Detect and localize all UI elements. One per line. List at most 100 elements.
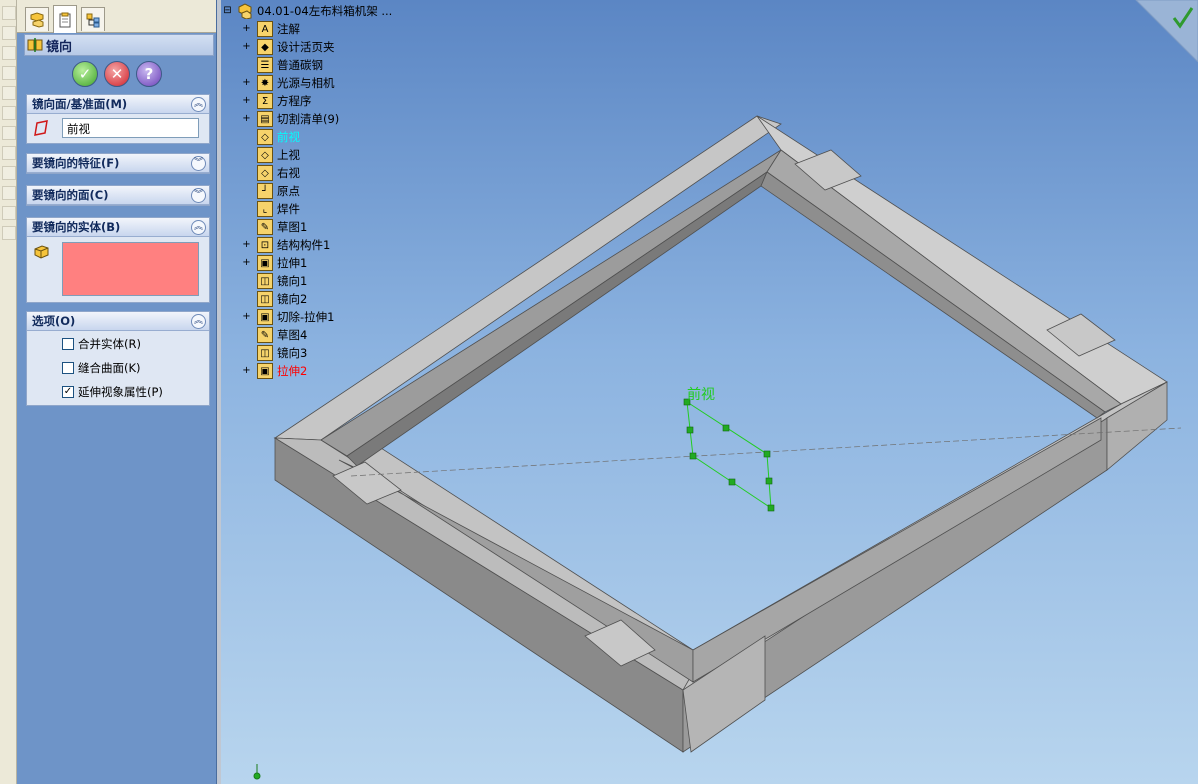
property-manager-tab[interactable]: [53, 5, 77, 33]
tree-item[interactable]: + Σ 方程序: [223, 92, 312, 110]
toolbar-icon[interactable]: [2, 206, 16, 220]
collapse-toggle-icon[interactable]: ⊟: [223, 6, 232, 16]
options-section: 选项(O) ︽ 合并实体(R) 缝合曲面(K) ✓ 延伸视象属性(P): [26, 311, 210, 406]
expand-icon[interactable]: ︾: [191, 187, 206, 203]
feature-tree-icon: [30, 11, 44, 28]
tree-item-icon: ◫: [257, 291, 273, 307]
faces-to-mirror-header[interactable]: 要镜向的面(C) ︾: [27, 186, 209, 205]
tree-item-label: 镜向2: [277, 292, 308, 306]
toolbar-icon[interactable]: [2, 226, 16, 240]
part-icon: [237, 3, 253, 19]
toolbar-icon[interactable]: [2, 146, 16, 160]
section-title: 要镜向的实体(B): [32, 220, 121, 234]
toolbar-icon[interactable]: [2, 166, 16, 180]
expand-toggle-icon[interactable]: +: [242, 24, 251, 34]
help-icon: ?: [144, 65, 154, 83]
tree-item[interactable]: ◇ 右视: [223, 164, 300, 182]
features-to-mirror-header[interactable]: 要镜向的特征(F) ︾: [27, 154, 209, 173]
collapse-icon[interactable]: ︽: [191, 219, 206, 235]
toolbar-icon[interactable]: [2, 86, 16, 100]
tree-item-icon: ✸: [257, 75, 273, 91]
confirmation-corner[interactable]: [1128, 0, 1198, 62]
expand-toggle-icon[interactable]: +: [242, 96, 251, 106]
tree-item-label: 切除-拉伸1: [277, 310, 335, 324]
toolbar-icon[interactable]: [2, 66, 16, 80]
bodies-to-mirror-header[interactable]: 要镜向的实体(B) ︽: [27, 218, 209, 237]
knit-surfaces-checkbox[interactable]: [62, 362, 74, 374]
expand-toggle-icon[interactable]: +: [242, 42, 251, 52]
tree-item[interactable]: ◇ 前视: [223, 128, 300, 146]
tree-item[interactable]: ◫ 镜向3: [223, 344, 307, 362]
close-icon: ✕: [110, 65, 124, 83]
tree-item-icon: ✎: [257, 219, 273, 235]
expand-toggle-icon[interactable]: +: [242, 366, 251, 376]
toolbar-icon[interactable]: [2, 46, 16, 60]
option-label: 延伸视象属性(P): [78, 385, 163, 399]
tree-item[interactable]: + ▣ 切除-拉伸1: [223, 308, 334, 326]
options-header[interactable]: 选项(O) ︽: [27, 312, 209, 331]
cancel-button[interactable]: ✕: [104, 61, 130, 87]
tree-item-icon: A: [257, 21, 273, 37]
toolbar-icon[interactable]: [2, 106, 16, 120]
expand-toggle-icon[interactable]: +: [242, 258, 251, 268]
mirror-plane-field[interactable]: 前视: [62, 118, 199, 138]
expand-toggle-icon[interactable]: +: [242, 114, 251, 124]
knit-surfaces-option[interactable]: 缝合曲面(K): [62, 360, 141, 376]
collapse-icon[interactable]: ︽: [191, 313, 206, 329]
collapse-icon[interactable]: ︽: [191, 96, 206, 112]
tree-item[interactable]: ◫ 镜向1: [223, 272, 307, 290]
tree-item[interactable]: ⌞ 焊件: [223, 200, 300, 218]
plane-icon: [34, 120, 48, 136]
toolbar-icon[interactable]: [2, 126, 16, 140]
tree-root[interactable]: ⊟ 04.01-04左布料箱机架 ...: [223, 2, 392, 20]
tree-item[interactable]: + ✸ 光源与相机: [223, 74, 335, 92]
tree-item[interactable]: ┘ 原点: [223, 182, 300, 200]
tree-item-icon: ◇: [257, 129, 273, 145]
tree-item[interactable]: + ⊡ 结构构件1: [223, 236, 330, 254]
tree-item-label: 右视: [277, 166, 300, 180]
tree-item-icon: ⊡: [257, 237, 273, 253]
propagate-visual-option[interactable]: ✓ 延伸视象属性(P): [62, 384, 163, 400]
bodies-selection-list[interactable]: [62, 242, 199, 296]
tree-item-label: 注解: [277, 22, 300, 36]
graphics-viewport[interactable]: 前视 ⊟ 04.01-04左布料箱机架 ... + A 注解 + ◆ 设计活页夹 ☰ 普通碳钢…: [221, 0, 1198, 784]
tree-item-label: 切割清单(9): [277, 112, 340, 126]
tree-item-label: 拉伸2: [277, 364, 308, 378]
toolbar-icon[interactable]: [2, 186, 16, 200]
tree-item[interactable]: ✎ 草图4: [223, 326, 307, 344]
toolbar-icon[interactable]: [2, 6, 16, 20]
expand-icon[interactable]: ︾: [191, 155, 206, 171]
tree-item[interactable]: + ◆ 设计活页夹: [223, 38, 335, 56]
propagate-visual-checkbox[interactable]: ✓: [62, 386, 74, 398]
tree-item-icon: ▣: [257, 255, 273, 271]
tree-item[interactable]: ◫ 镜向2: [223, 290, 307, 308]
ok-button[interactable]: ✓: [72, 61, 98, 87]
manager-tabs: [17, 0, 216, 33]
toolbar-icon[interactable]: [2, 26, 16, 40]
expand-toggle-icon[interactable]: +: [242, 312, 251, 322]
section-title: 选项(O): [32, 314, 76, 328]
merge-solids-option[interactable]: 合并实体(R): [62, 336, 141, 352]
tree-item[interactable]: ☰ 普通碳钢: [223, 56, 323, 74]
property-icon: [59, 12, 71, 27]
tree-item-label: 设计活页夹: [277, 40, 335, 54]
features-to-mirror-section: 要镜向的特征(F) ︾: [26, 153, 210, 174]
tree-item-label: 方程序: [277, 94, 312, 108]
tree-item[interactable]: + A 注解: [223, 20, 300, 38]
tree-item[interactable]: + ▣ 拉伸1: [223, 254, 307, 272]
tree-root-label: 04.01-04左布料箱机架 ...: [257, 4, 393, 18]
merge-solids-checkbox[interactable]: [62, 338, 74, 350]
help-button[interactable]: ?: [136, 61, 162, 87]
expand-toggle-icon[interactable]: +: [242, 240, 251, 250]
expand-toggle-icon[interactable]: +: [242, 78, 251, 88]
mirror-plane-header[interactable]: 镜向面/基准面(M) ︽: [27, 95, 209, 114]
tree-item-label: 拉伸1: [277, 256, 308, 270]
configuration-manager-tab[interactable]: [81, 7, 105, 31]
tree-item-icon: ⌞: [257, 201, 273, 217]
tree-item[interactable]: + ▤ 切割清单(9): [223, 110, 339, 128]
feature-manager-tab[interactable]: [25, 7, 49, 31]
tree-item[interactable]: + ▣ 拉伸2: [223, 362, 307, 380]
tree-item[interactable]: ◇ 上视: [223, 146, 300, 164]
solid-body-icon: [34, 245, 49, 259]
tree-item[interactable]: ✎ 草图1: [223, 218, 307, 236]
